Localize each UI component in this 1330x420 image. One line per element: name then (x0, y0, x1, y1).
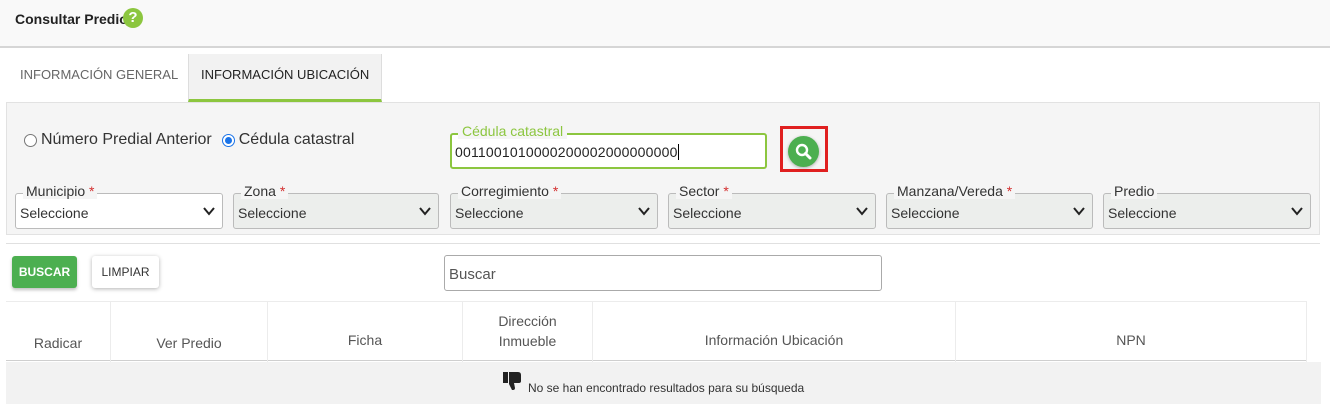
sector-select-value: Seleccione (673, 205, 742, 221)
page-title: Consultar Predio (15, 11, 128, 27)
corregimiento-select-value: Seleccione (455, 205, 524, 221)
radio-cedula-catastral[interactable] (221, 133, 235, 147)
table-search-placeholder: Buscar (449, 266, 496, 283)
section-divider (6, 243, 1320, 244)
buscar-button[interactable]: BUSCAR (12, 256, 77, 288)
zona-label: Zona * (241, 183, 289, 199)
manzana-vereda-label: Manzana/Vereda * (894, 183, 1016, 199)
corregimiento-label: Corregimiento * (458, 183, 562, 199)
text-caret (677, 144, 679, 160)
radio-numero-predial-anterior[interactable] (24, 133, 37, 147)
radio-label-cedula-catastral[interactable]: Cédula catastral (239, 131, 355, 149)
search-icon (795, 143, 812, 160)
column-header-ficha[interactable]: Ficha (268, 302, 463, 362)
manzana-vereda-select-value: Seleccione (891, 205, 960, 221)
sector-label: Sector * (676, 183, 732, 199)
municipio-label: Municipio * (23, 183, 98, 199)
chevron-down-icon (1073, 207, 1085, 216)
column-header-npn[interactable]: NPN (956, 302, 1307, 362)
predio-select-value: Seleccione (1108, 205, 1177, 221)
radio-label-numero-predial-anterior[interactable]: Número Predial Anterior (41, 131, 212, 149)
cedula-catastral-input[interactable]: 0011001010000200002000000000 (455, 144, 679, 160)
chevron-down-icon (1291, 207, 1303, 216)
thumbs-down-icon (503, 372, 521, 390)
results-table-header: Radicar Ver Predio Ficha Dirección Inmueb… (6, 301, 1307, 362)
cedula-catastral-label: Cédula catastral (458, 123, 568, 139)
column-header-direccion-inmueble[interactable]: Dirección Inmueble (463, 302, 593, 362)
header-bar: Consultar Predio ? (0, 0, 1330, 48)
tab-informacion-general[interactable]: INFORMACIÓN GENERAL (8, 54, 188, 102)
predio-label: Predio (1111, 183, 1158, 199)
chevron-down-icon (638, 207, 650, 216)
column-header-radicar[interactable]: Radicar (6, 302, 111, 362)
help-icon[interactable]: ? (123, 8, 143, 28)
empty-results-message: No se han encontrado resultados para su … (528, 381, 805, 395)
zona-select-value: Seleccione (238, 205, 307, 221)
search-button[interactable] (788, 136, 819, 167)
chevron-down-icon (856, 207, 868, 216)
column-header-informacion-ubicacion[interactable]: Información Ubicación (593, 302, 956, 362)
cedula-catastral-value: 0011001010000200002000000000 (455, 144, 678, 160)
chevron-down-icon (419, 207, 431, 216)
municipio-select-value: Seleccione (20, 205, 89, 221)
search-mode-group: Número Predial Anterior Cédula catastral (24, 131, 364, 149)
table-search-input[interactable]: Buscar (444, 255, 882, 291)
limpiar-button[interactable]: LIMPIAR (92, 256, 159, 288)
tab-informacion-ubicacion[interactable]: INFORMACIÓN UBICACIÓN (188, 54, 382, 102)
column-header-ver-predio[interactable]: Ver Predio (111, 302, 268, 362)
chevron-down-icon (203, 207, 215, 216)
